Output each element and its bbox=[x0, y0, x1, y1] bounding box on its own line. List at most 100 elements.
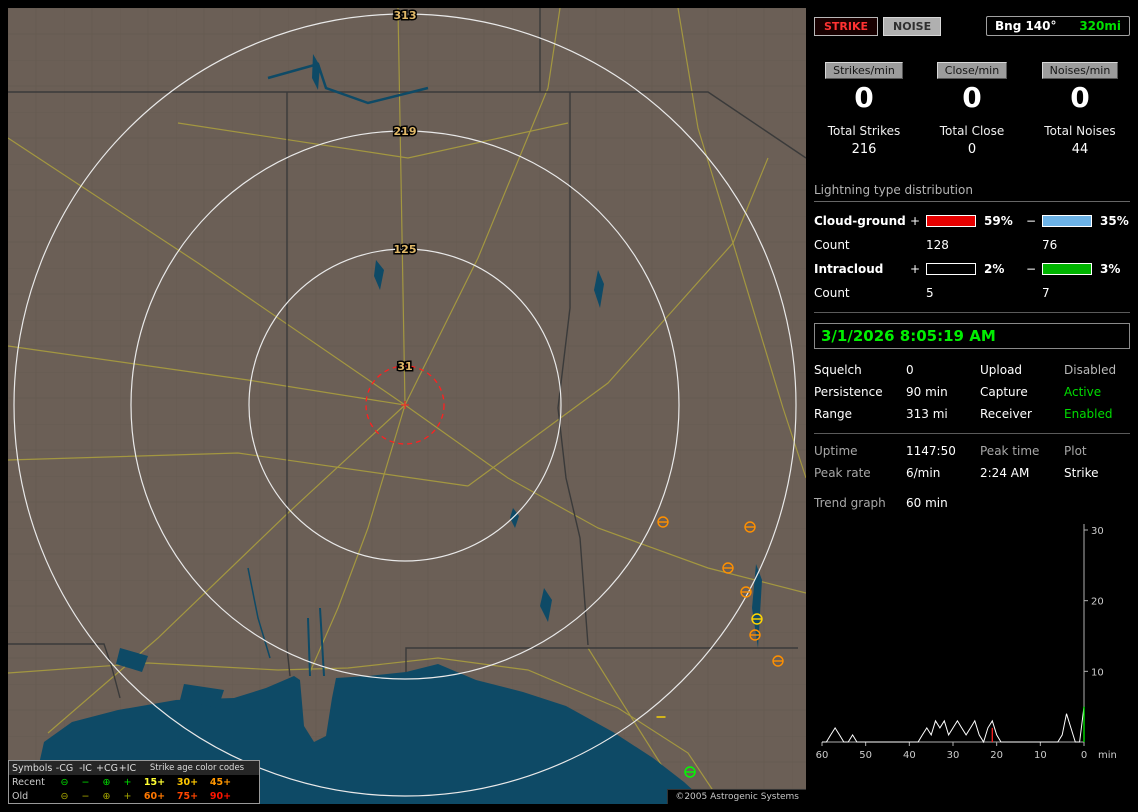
intracloud-label: Intracloud bbox=[814, 261, 884, 276]
rate-counters: Strikes/min 0 Total Strikes 216 Close/mi… bbox=[814, 62, 1130, 157]
lightning-map[interactable]: 313 219 125 31 Symbols -CG -IC +CG +IC S… bbox=[8, 8, 806, 804]
squelch-label: Squelch bbox=[814, 362, 862, 377]
range-label: Range bbox=[814, 406, 853, 421]
uptime-label: Uptime bbox=[814, 443, 858, 458]
legend-col-neg-ic: -IC bbox=[79, 762, 92, 774]
age-75: 75+ bbox=[176, 790, 199, 802]
plot-label: Plot bbox=[1064, 443, 1087, 458]
ic-plus-count: 5 bbox=[926, 285, 934, 300]
settings-table: Squelch 0 Upload Disabled Persistence 90… bbox=[814, 363, 1130, 421]
noises-per-min-label: Noises/min bbox=[1041, 62, 1119, 79]
persistence-value: 90 min bbox=[906, 384, 948, 399]
svg-text:min: min bbox=[1098, 750, 1117, 761]
age-15: 15+ bbox=[143, 776, 166, 788]
cg-minus-sign: − bbox=[1026, 213, 1037, 228]
legend-recent-row: Recent ⊖ − ⊕ + 15+ 30+ 45+ bbox=[9, 775, 259, 789]
divider bbox=[814, 432, 1130, 434]
distribution-title: Lightning type distribution bbox=[814, 183, 1130, 202]
total-strikes-value: 216 bbox=[851, 141, 877, 157]
trend-graph: 10 20 30 60 50 40 30 20 10 0 min bbox=[814, 516, 1130, 771]
datetime-display: 3/1/2026 8:05:19 AM bbox=[814, 322, 1130, 349]
peak-rate-label: Peak rate bbox=[814, 465, 871, 480]
legend-old-row: Old ⊖ − ⊕ + 60+ 75+ 90+ bbox=[9, 789, 259, 803]
cg-minus-bar-fill bbox=[1043, 215, 1091, 226]
range-value: 320mi bbox=[1079, 19, 1121, 33]
control-panel: STRIKE NOISE Bng 140° 320mi Strikes/min … bbox=[814, 8, 1130, 804]
legend-symbols-label: Symbols bbox=[12, 762, 53, 774]
ic-minus-pct: 3% bbox=[1100, 261, 1121, 276]
peak-time-value: 2:24 AM bbox=[980, 465, 1030, 480]
ic-plus-bar bbox=[926, 262, 976, 275]
cg-plus-bar-fill bbox=[927, 215, 975, 226]
copyright-credit: ©2005 Astrogenic Systems bbox=[667, 789, 806, 804]
receiver-label: Receiver bbox=[980, 406, 1032, 421]
legend-old-label: Old bbox=[12, 790, 29, 802]
recent-neg-cg-icon: ⊖ bbox=[60, 776, 69, 788]
upload-status: Disabled bbox=[1064, 362, 1117, 377]
strike-button[interactable]: STRIKE bbox=[814, 16, 879, 36]
ring-label-31: 31 bbox=[397, 360, 412, 373]
noise-button[interactable]: NOISE bbox=[883, 16, 942, 36]
age-30: 30+ bbox=[176, 776, 199, 788]
legend-col-pos-cg: +CG bbox=[96, 762, 118, 774]
cloud-ground-label: Cloud-ground bbox=[814, 213, 906, 228]
ic-plus-sign: + bbox=[910, 261, 921, 276]
recent-pos-ic-icon: + bbox=[123, 776, 132, 788]
strikes-column: Strikes/min 0 Total Strikes 216 bbox=[814, 62, 914, 157]
close-column: Close/min 0 Total Close 0 bbox=[922, 62, 1022, 157]
svg-text:20: 20 bbox=[990, 750, 1003, 761]
svg-text:30: 30 bbox=[947, 750, 960, 761]
strikes-per-min-value: 0 bbox=[854, 81, 874, 114]
ic-plus-pct: 2% bbox=[984, 261, 1005, 276]
recent-pos-cg-icon: ⊕ bbox=[102, 776, 111, 788]
cg-plus-pct: 59% bbox=[984, 213, 1013, 228]
ring-label-219: 219 bbox=[394, 125, 417, 138]
ic-minus-bar bbox=[1042, 262, 1092, 275]
legend-recent-label: Recent bbox=[12, 776, 45, 788]
cg-minus-pct: 35% bbox=[1100, 213, 1129, 228]
total-strikes-label: Total Strikes bbox=[827, 123, 901, 138]
peak-time-label: Peak time bbox=[980, 443, 1040, 458]
noises-per-min-value: 0 bbox=[1070, 81, 1090, 114]
age-60: 60+ bbox=[143, 790, 166, 802]
bearing-value: Bng 140° bbox=[995, 19, 1057, 33]
cg-plus-bar bbox=[926, 214, 976, 227]
uptime-value: 1147:50 bbox=[906, 443, 956, 458]
trend-window-value: 60 min bbox=[906, 495, 948, 510]
svg-text:30: 30 bbox=[1091, 526, 1104, 537]
svg-text:10: 10 bbox=[1091, 667, 1104, 678]
capture-status: Active bbox=[1064, 384, 1102, 399]
cg-count-label: Count bbox=[814, 237, 850, 252]
ic-minus-count: 7 bbox=[1042, 285, 1050, 300]
toolbar: STRIKE NOISE Bng 140° 320mi bbox=[814, 8, 1130, 36]
old-neg-ic-icon: − bbox=[81, 790, 90, 802]
legend-col-neg-cg: -CG bbox=[55, 762, 74, 774]
upload-label: Upload bbox=[980, 362, 1023, 377]
svg-text:50: 50 bbox=[859, 750, 872, 761]
total-noises-label: Total Noises bbox=[1044, 123, 1116, 138]
peak-rate-value: 6/min bbox=[906, 465, 941, 480]
svg-text:10: 10 bbox=[1034, 750, 1047, 761]
range-setting-value: 313 mi bbox=[906, 406, 948, 421]
stats-table: Uptime 1147:50 Peak time Plot Peak rate … bbox=[814, 444, 1130, 480]
ic-minus-bar-fill bbox=[1043, 263, 1091, 274]
trend-graph-label: Trend graph bbox=[814, 495, 886, 510]
total-close-label: Total Close bbox=[939, 123, 1005, 138]
svg-text:20: 20 bbox=[1091, 596, 1104, 607]
squelch-value: 0 bbox=[906, 362, 914, 377]
total-close-value: 0 bbox=[967, 141, 977, 157]
trend-chart-canvas: 10 20 30 60 50 40 30 20 10 0 min bbox=[816, 523, 1117, 761]
cg-plus-sign: + bbox=[910, 213, 921, 228]
ring-label-125: 125 bbox=[394, 243, 417, 256]
ic-count-label: Count bbox=[814, 285, 850, 300]
age-90: 90+ bbox=[209, 790, 232, 802]
map-legend: Symbols -CG -IC +CG +IC Strike age color… bbox=[8, 760, 260, 804]
capture-label: Capture bbox=[980, 384, 1028, 399]
receiver-status: Enabled bbox=[1064, 406, 1113, 421]
noises-column: Noises/min 0 Total Noises 44 bbox=[1030, 62, 1130, 157]
cg-minus-bar bbox=[1042, 214, 1092, 227]
old-pos-cg-icon: ⊕ bbox=[102, 790, 111, 802]
legend-col-pos-ic: +IC bbox=[118, 762, 137, 774]
divider bbox=[814, 311, 1130, 313]
old-pos-ic-icon: + bbox=[123, 790, 132, 802]
